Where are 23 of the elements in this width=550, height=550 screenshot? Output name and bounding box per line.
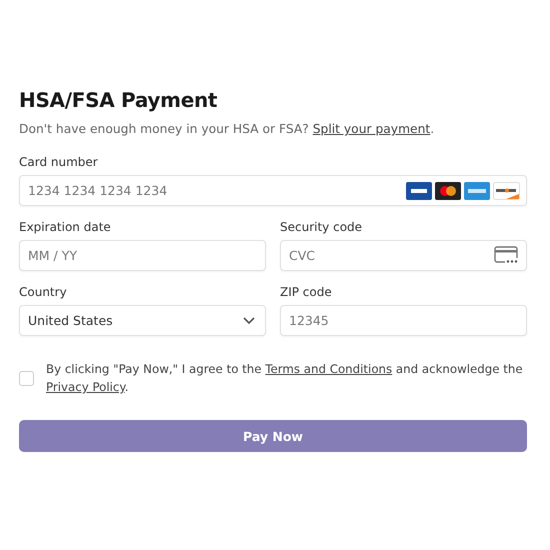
input-field[interactable]: MM / YY (19, 240, 266, 271)
field-label: ZIP code (280, 285, 333, 299)
page-title: HSA/FSA Payment (19, 88, 218, 112)
discover-logo-icon (493, 182, 520, 200)
pay-now-button[interactable]: Pay Now (19, 420, 527, 452)
split-payment-link[interactable]: Split your payment (312, 122, 430, 136)
agreement-text: By clicking "Pay Now," I agree to the Terms and Conditions and acknowledge the Privacy Policy. (46, 361, 524, 396)
card-cvc-icon (494, 246, 520, 266)
chevron-down-icon (243, 316, 255, 324)
amex-logo-icon (464, 182, 490, 200)
field-label: Expiration date (19, 220, 112, 234)
mastercard-logo-icon (435, 182, 461, 200)
field-label: Card number (19, 155, 99, 169)
input-field[interactable]: CVC (280, 240, 527, 271)
input-field[interactable]: 12345 (280, 305, 527, 336)
country-dropdown[interactable]: United States (19, 305, 266, 336)
policy-link[interactable]: Privacy Policy (46, 380, 125, 394)
policy-link[interactable]: Terms and Conditions (265, 362, 392, 376)
subtitle-text: Don't have enough money in your HSA or FSA? Split your payment. (19, 122, 436, 136)
agree-checkbox[interactable] (19, 370, 34, 386)
visa-logo-icon (406, 182, 432, 200)
field-label: Security code (280, 220, 364, 234)
field-label: Country (19, 285, 68, 299)
